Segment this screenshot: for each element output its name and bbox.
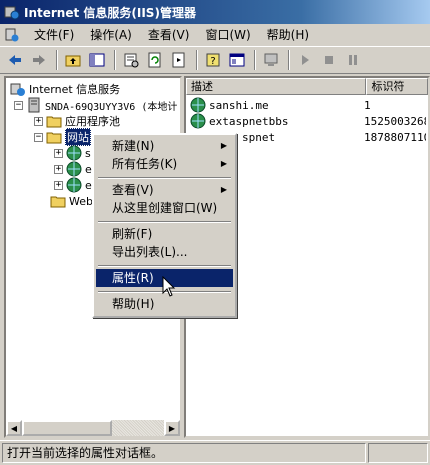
- collapse-icon[interactable]: −: [34, 132, 43, 142]
- new-window-icon: [229, 53, 245, 67]
- row-id: 1878807110: [364, 130, 426, 144]
- folder-icon: [50, 196, 66, 208]
- folder-icon: [46, 116, 62, 128]
- submenu-arrow-icon: ▶: [220, 185, 227, 194]
- help-icon: ?: [206, 53, 220, 67]
- tree-site-1-label: s: [85, 146, 91, 160]
- row-name: sanshi.me: [209, 98, 269, 112]
- pause-icon: [349, 55, 357, 65]
- toolbar-separator: [288, 50, 290, 70]
- status-text: 打开当前选择的属性对话框。: [2, 443, 366, 463]
- toolbar: ?: [0, 46, 430, 74]
- scroll-left-icon[interactable]: ◀: [6, 420, 22, 436]
- menu-bar: 文件(F) 操作(A) 查看(V) 窗口(W) 帮助(H): [0, 24, 430, 46]
- toolbar-separator: [196, 50, 198, 70]
- up-folder-icon: [65, 55, 81, 67]
- tree-server-label: SNDA-69Q3UYY3V6 (本地计: [45, 101, 178, 113]
- menu-action[interactable]: 操作(A): [82, 25, 140, 45]
- system-menu-icon[interactable]: [4, 27, 20, 43]
- scroll-thumb[interactable]: [22, 420, 112, 436]
- globe-icon: [190, 113, 206, 129]
- computer-icon: [264, 53, 278, 66]
- globe-icon: [66, 177, 82, 193]
- expand-icon[interactable]: +: [54, 180, 63, 190]
- column-description[interactable]: 描述: [186, 78, 367, 95]
- menu-file[interactable]: 文件(F): [26, 25, 82, 45]
- tree-hscrollbar[interactable]: ◀ ▶: [6, 420, 180, 436]
- ctx-export-list[interactable]: 导出列表(L)...: [96, 243, 233, 261]
- server-icon: [28, 97, 40, 113]
- submenu-arrow-icon: ▶: [220, 159, 227, 168]
- back-button[interactable]: [4, 49, 26, 71]
- tree-app-pools-label: 应用程序池: [65, 115, 120, 128]
- menu-separator: [98, 265, 231, 267]
- column-header: 描述 标识符: [186, 78, 428, 95]
- globe-icon: [66, 145, 82, 161]
- folder-open-icon: [46, 132, 62, 144]
- ctx-refresh[interactable]: 刷新(F): [96, 225, 233, 243]
- properties-icon: [124, 53, 139, 68]
- row-name: spnet: [242, 130, 276, 144]
- tree-web-ext[interactable]: Web: [50, 192, 93, 210]
- tree-site-2-label: e: [85, 162, 92, 176]
- scroll-track[interactable]: [22, 420, 164, 436]
- collapse-icon[interactable]: −: [14, 100, 23, 110]
- globe-icon: [190, 97, 206, 113]
- ctx-new[interactable]: 新建(N) ▶: [96, 137, 233, 155]
- toolbar-separator: [56, 50, 58, 70]
- stop-button[interactable]: [318, 49, 340, 71]
- expand-icon[interactable]: +: [54, 148, 63, 158]
- toolbar-separator: [254, 50, 256, 70]
- iis-icon: [10, 83, 25, 96]
- up-level-button[interactable]: [62, 49, 84, 71]
- column-identifier[interactable]: 标识符: [366, 78, 428, 95]
- toolbar-separator: [114, 50, 116, 70]
- tree-root-label: Internet 信息服务: [29, 83, 121, 96]
- back-arrow-icon: [9, 55, 21, 65]
- row-id: 1: [364, 98, 371, 112]
- export-list-icon: [172, 52, 185, 68]
- show-hide-tree-icon: [89, 53, 105, 67]
- menu-separator: [98, 177, 231, 179]
- play-icon: [302, 55, 309, 65]
- refresh-icon: [148, 52, 161, 68]
- iis-icon: [4, 6, 20, 20]
- help-button[interactable]: ?: [202, 49, 224, 71]
- refresh-button[interactable]: [144, 49, 166, 71]
- tree-site-3-label: e: [85, 178, 92, 192]
- status-bar: 打开当前选择的属性对话框。: [0, 440, 430, 465]
- globe-icon: [66, 161, 82, 177]
- ctx-view[interactable]: 查看(V) ▶: [96, 181, 233, 199]
- row-name: extaspnetbbs: [209, 114, 289, 128]
- mouse-cursor-icon: [162, 276, 176, 297]
- svg-text:?: ?: [210, 56, 215, 67]
- forward-arrow-icon: [33, 55, 45, 65]
- scroll-right-icon[interactable]: ▶: [164, 420, 180, 436]
- menu-window[interactable]: 窗口(W): [197, 25, 258, 45]
- expand-icon[interactable]: +: [54, 164, 63, 174]
- export-list-button[interactable]: [168, 49, 190, 71]
- menu-view[interactable]: 查看(V): [140, 25, 198, 45]
- submenu-arrow-icon: ▶: [220, 141, 227, 150]
- stop-icon: [325, 56, 333, 64]
- ctx-new-window[interactable]: 从这里创建窗口(W): [96, 199, 233, 217]
- pause-button[interactable]: [342, 49, 364, 71]
- show-tree-button[interactable]: [86, 49, 108, 71]
- properties-button[interactable]: [120, 49, 142, 71]
- tree-web-ext-label: Web: [69, 194, 93, 208]
- start-button[interactable]: [294, 49, 316, 71]
- menu-separator: [98, 221, 231, 223]
- menu-help[interactable]: 帮助(H): [259, 25, 317, 45]
- window-title: Internet 信息服务(IIS)管理器: [24, 5, 196, 20]
- new-window-button[interactable]: [226, 49, 248, 71]
- forward-button[interactable]: [28, 49, 50, 71]
- computer-button[interactable]: [260, 49, 282, 71]
- row-id: 1525003268: [364, 114, 426, 128]
- title-bar: Internet 信息服务(IIS)管理器: [0, 0, 430, 24]
- expand-icon[interactable]: +: [34, 116, 43, 126]
- status-panel: [368, 443, 428, 463]
- ctx-all-tasks[interactable]: 所有任务(K) ▶: [96, 155, 233, 173]
